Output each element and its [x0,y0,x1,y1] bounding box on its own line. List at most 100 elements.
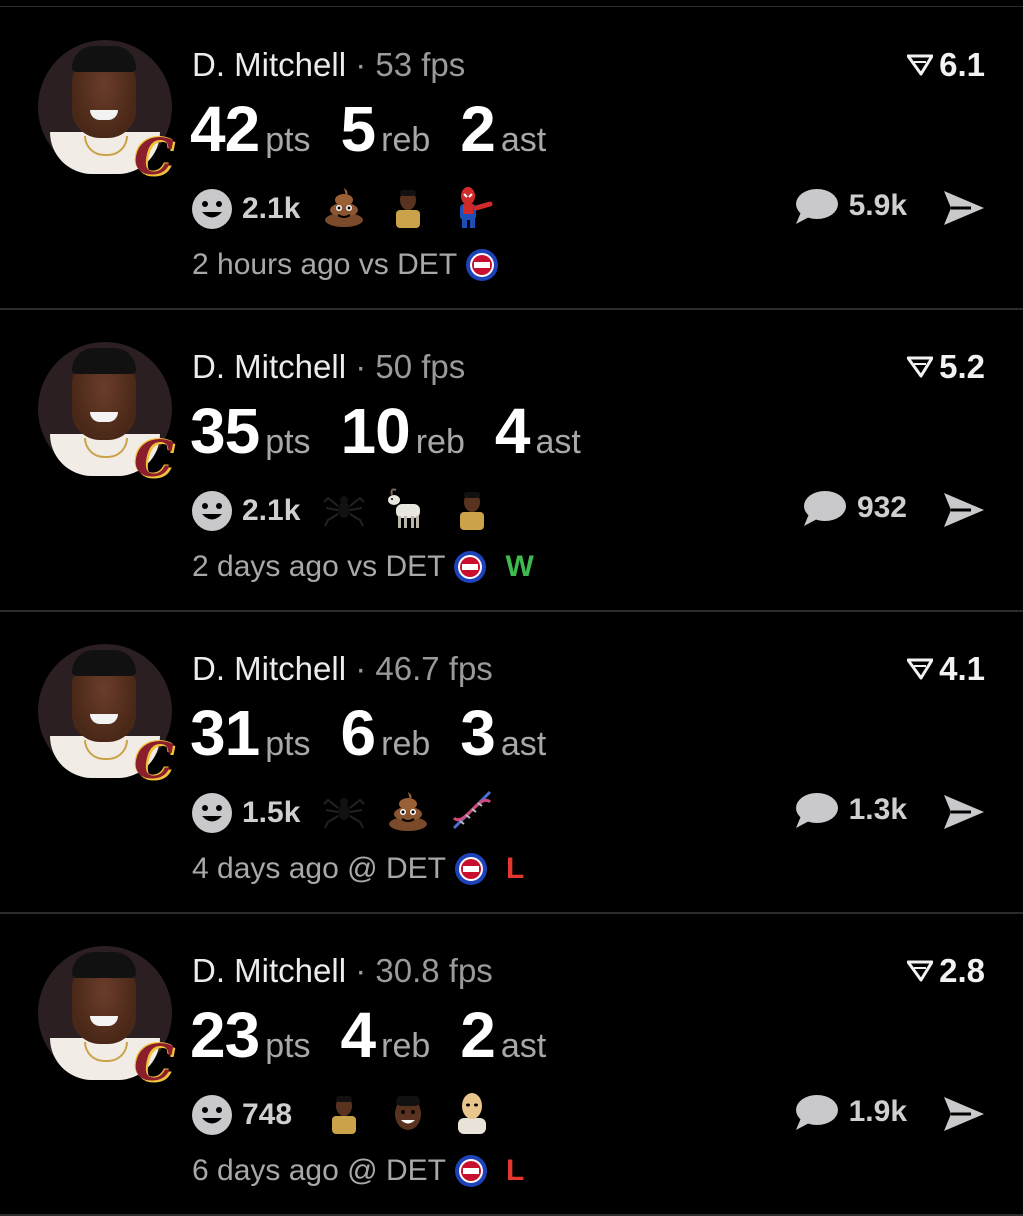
rating-arrow-icon [907,658,934,680]
masked-figure-icon[interactable] [450,1090,494,1134]
stat-line: 42 pts 5 reb 2 ast [190,92,576,166]
rebounds-value: 4 [340,999,377,1071]
time-ago: 2 hours ago [192,248,351,281]
player-name: D. Mitchell [192,46,347,83]
rebounds-label: reb [381,725,431,763]
opponent-abbr: DET [385,1154,446,1187]
face-photo-icon[interactable] [386,1090,430,1134]
assists-value: 2 [460,93,496,165]
rating-arrow-icon [907,356,934,378]
player-name: D. Mitchell [192,650,347,687]
rating-score[interactable]: 2.8 [907,952,985,990]
opponent-abbr: DET [385,852,446,885]
points-value: 42 [190,93,260,165]
player-photo-icon[interactable] [322,1090,366,1134]
reaction-count: 1.5k [242,795,301,829]
points-label: pts [265,121,311,159]
rating-value: 2.8 [939,952,985,989]
game-card-4[interactable]: C D. Mitchell · 30.8 fps 2.8 23 pts 4 re… [0,914,1023,1216]
comment-button[interactable]: 1.3k [793,790,907,830]
time-ago: 2 days ago [192,550,339,583]
comment-button[interactable]: 1.9k [793,1092,907,1132]
game-card-2[interactable]: C D. Mitchell · 50 fps 5.2 35 pts 10 reb… [0,310,1023,612]
game-result: L [505,1154,525,1187]
time-ago: 6 days ago [192,1154,339,1187]
goat-emoji-icon[interactable] [386,486,430,530]
comment-count: 1.9k [848,1095,907,1128]
fantasy-points: 46.7 fps [375,650,493,687]
player-name: D. Mitchell [192,348,347,385]
assists-value: 3 [460,697,496,769]
cavaliers-logo-icon: C [134,127,174,186]
comment-button[interactable]: 932 [801,488,907,528]
dna-emoji-icon[interactable] [450,788,494,832]
reaction-count: 2.1k [242,191,301,225]
cavaliers-logo-icon: C [134,1033,174,1092]
smiley-reaction-icon[interactable] [190,489,234,533]
separator-dot: · [355,952,367,989]
rebounds-label: reb [381,121,431,159]
share-arrow-icon[interactable] [941,792,987,832]
pistons-logo-icon [454,551,487,583]
rating-arrow-icon [907,54,934,76]
spider-man-pointing-icon[interactable] [450,184,494,228]
smiley-reaction-icon[interactable] [190,187,234,231]
fantasy-points: 50 fps [375,348,466,385]
game-card-3[interactable]: C D. Mitchell · 46.7 fps 4.1 31 pts 6 re… [0,612,1023,914]
player-avatar[interactable]: C [38,644,174,786]
assists-label: ast [500,1027,547,1065]
comment-bubble-icon [795,1095,838,1130]
points-label: pts [265,1027,311,1065]
time-ago: 4 days ago [192,852,339,885]
assists-value: 2 [460,999,496,1071]
player-avatar[interactable]: C [38,946,174,1088]
reactions-row: 2.1k [190,486,514,535]
game-result: W [505,550,534,583]
top-divider [0,6,1023,7]
fantasy-points: 30.8 fps [375,952,493,989]
venue-indicator: @ [347,852,378,885]
player-name-line: D. Mitchell · 50 fps [192,348,465,386]
game-result: L [505,852,525,885]
spider-emoji-icon[interactable] [322,486,366,530]
player-avatar[interactable]: C [38,342,174,484]
spider-emoji-icon[interactable] [322,788,366,832]
player-name-line: D. Mitchell · 30.8 fps [192,952,493,990]
rating-score[interactable]: 4.1 [907,650,985,688]
share-arrow-icon[interactable] [941,188,987,228]
game-meta: 4 days ago @ DET L [192,852,524,886]
comment-count: 932 [856,491,907,524]
share-arrow-icon[interactable] [941,1094,987,1134]
stat-line: 35 pts 10 reb 4 ast [190,394,611,468]
rating-score[interactable]: 5.2 [907,348,985,386]
pistons-logo-icon [454,1155,487,1187]
pistons-logo-icon [466,249,499,281]
comment-button[interactable]: 5.9k [793,186,907,226]
player-photo-icon[interactable] [386,184,430,228]
smiley-reaction-icon[interactable] [190,1093,234,1137]
rating-arrow-icon [907,960,934,982]
player-photo-icon[interactable] [450,486,494,530]
cavaliers-logo-icon: C [134,731,174,790]
rebounds-label: reb [415,423,465,461]
share-arrow-icon[interactable] [941,490,987,530]
reactions-row: 1.5k [190,788,514,837]
rating-value: 6.1 [939,46,985,83]
poop-emoji-icon[interactable] [386,788,430,832]
separator-dot: · [355,650,367,687]
venue-indicator: vs [347,550,378,583]
smiley-reaction-icon[interactable] [190,791,234,835]
stat-line: 31 pts 6 reb 3 ast [190,696,576,770]
rating-score[interactable]: 6.1 [907,46,985,84]
points-label: pts [265,725,311,763]
separator-dot: · [355,46,367,83]
comment-bubble-icon [803,491,846,526]
opponent-abbr: DET [385,550,446,583]
player-name: D. Mitchell [192,952,347,989]
points-value: 35 [190,395,260,467]
rating-value: 5.2 [939,348,985,385]
poop-emoji-icon[interactable] [322,184,366,228]
game-card-1[interactable]: C D. Mitchell · 53 fps 6.1 42 pts 5 reb … [0,8,1023,310]
rebounds-value: 6 [340,697,377,769]
player-avatar[interactable]: C [38,40,174,182]
